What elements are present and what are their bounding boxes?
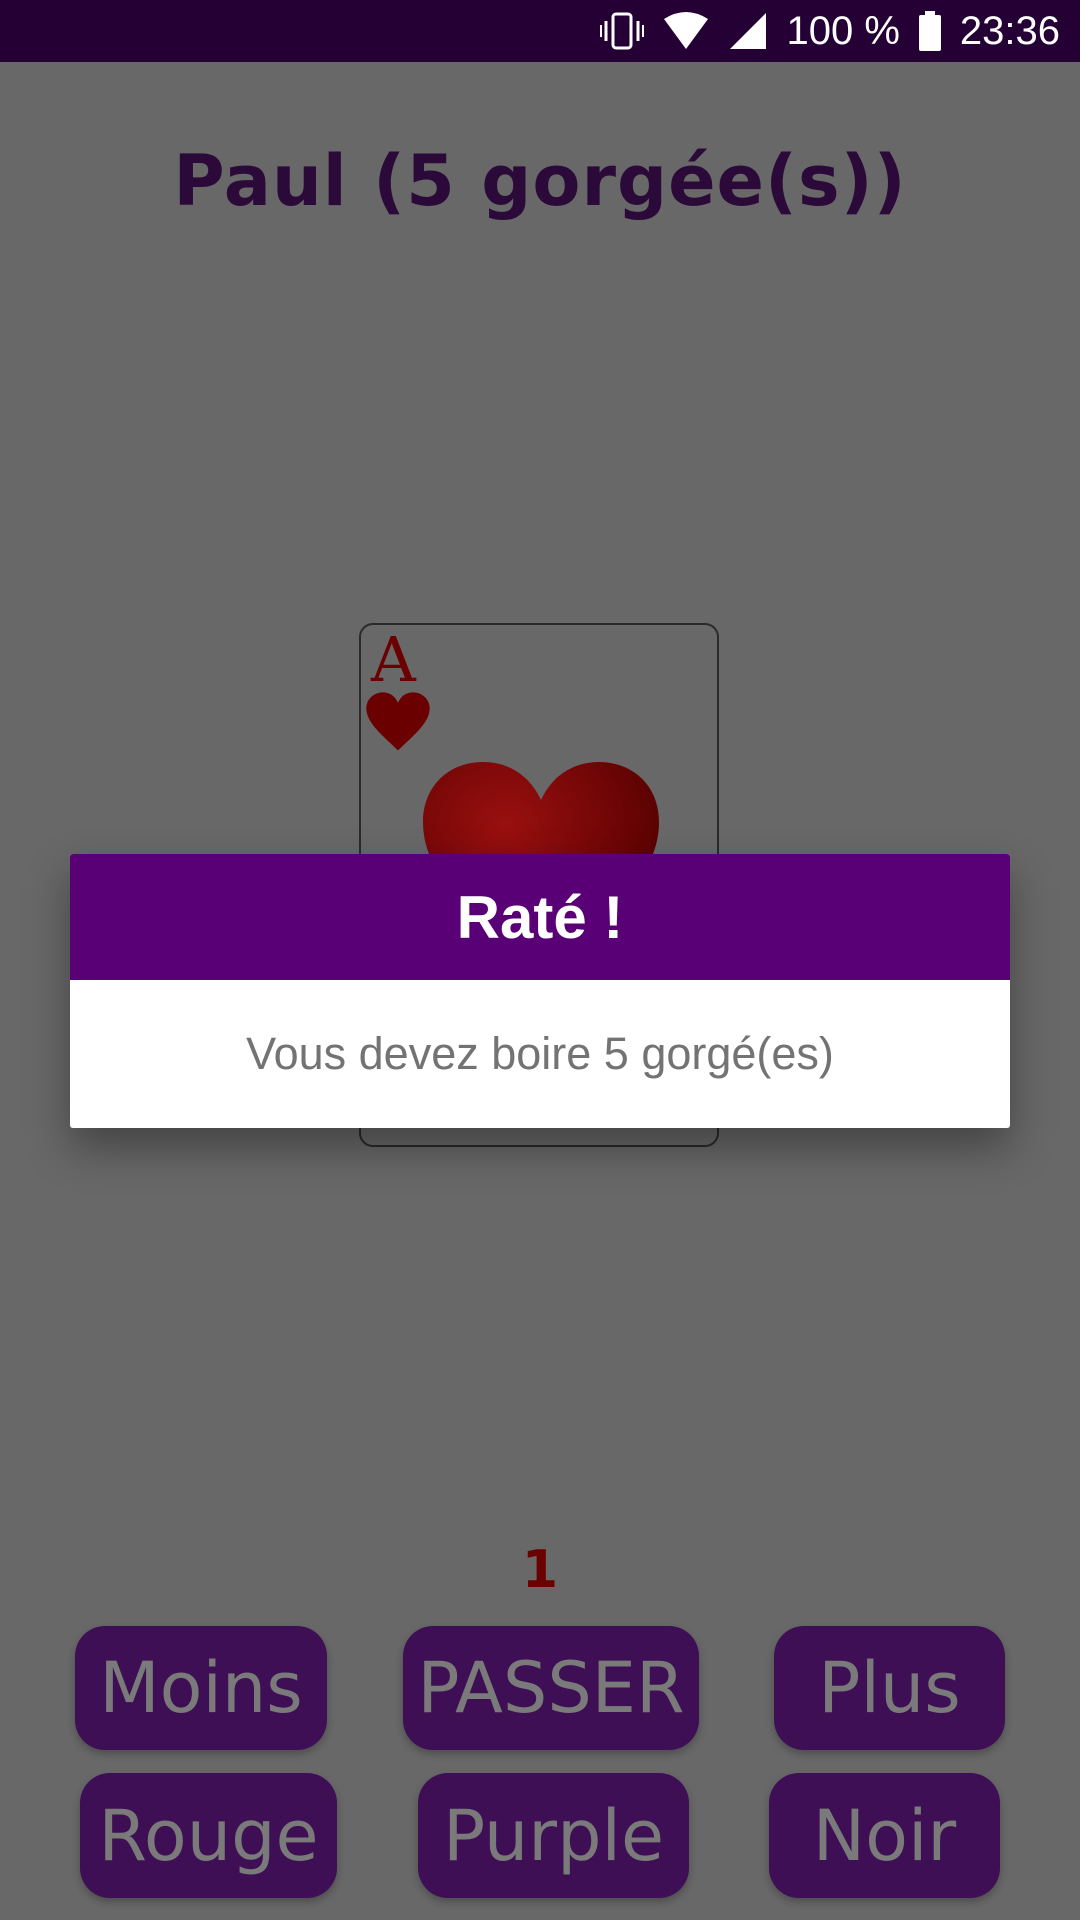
dialog-title: Raté ! <box>70 854 1010 980</box>
status-bar: 100 % 23:36 <box>0 0 1080 62</box>
battery-icon <box>918 11 942 51</box>
status-icons: 100 % 23:36 <box>600 0 1060 62</box>
clock: 23:36 <box>959 8 1060 53</box>
vibrate-icon <box>600 11 645 51</box>
dialog-message: Vous devez boire 5 gorgé(es) <box>246 1028 834 1079</box>
result-dialog[interactable]: Raté ! Vous devez boire 5 gorgé(es) <box>70 854 1010 1128</box>
plus-button[interactable]: Plus <box>774 1626 1005 1750</box>
moins-button[interactable]: Moins <box>75 1626 327 1750</box>
heart-icon <box>365 691 431 757</box>
wifi-icon <box>662 11 710 51</box>
player-title: Paul (5 gorgée(s)) <box>173 140 907 222</box>
battery-percent: 100 % <box>786 8 900 53</box>
passer-button[interactable]: PASSER <box>403 1626 699 1750</box>
rouge-button[interactable]: Rouge <box>80 1773 337 1898</box>
noir-button[interactable]: Noir <box>769 1773 1000 1898</box>
card-counter: 1 <box>521 1540 559 1600</box>
purple-button[interactable]: Purple <box>418 1773 689 1898</box>
card-rank: A <box>371 623 416 696</box>
cell-signal-icon <box>728 11 768 51</box>
